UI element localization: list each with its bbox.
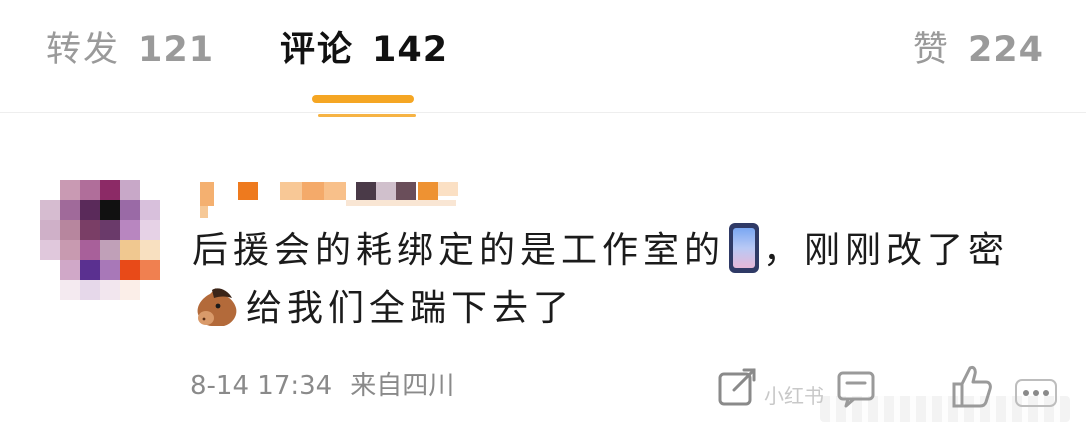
comment-icon[interactable] <box>836 370 876 408</box>
avatar[interactable] <box>40 180 160 300</box>
comment-line-1: 后援会的耗绑定的是工作室的 ，刚刚改了密 <box>192 222 1032 280</box>
like-icon[interactable] <box>948 362 994 410</box>
comment-text-part-2: ，刚刚改了密 <box>763 230 1010 271</box>
tab-like-label: 赞 <box>912 30 950 70</box>
comment-text-part-3: 给我们全踹下去了 <box>246 288 575 329</box>
comment-meta: 8-14 17:34 来自四川 <box>190 368 454 404</box>
watermark: 小红书 <box>764 384 824 408</box>
tab-like-count: 224 <box>967 30 1044 70</box>
comment-body: 后援会的耗绑定的是工作室的 ，刚刚改了密 给我们全踹下去了 <box>192 222 1032 338</box>
tab-comment-count: 142 <box>372 30 449 70</box>
tab-repost-label: 转发 <box>46 30 121 70</box>
active-tab-indicator-shadow <box>318 114 416 117</box>
active-tab-indicator <box>312 95 414 103</box>
tab-comment[interactable]: 评论 142 <box>280 28 448 72</box>
tab-repost[interactable]: 转发 121 <box>46 28 214 72</box>
more-icon[interactable] <box>1014 378 1058 408</box>
horse-face-emoji-icon <box>192 284 242 330</box>
share-icon[interactable] <box>716 366 760 410</box>
comment-timestamp: 8-14 17:34 <box>190 371 333 401</box>
comment-text-part-1: 后援会的耗绑定的是工作室的 <box>192 230 726 271</box>
username-redacted[interactable] <box>196 178 466 218</box>
tab-comment-label: 评论 <box>280 30 355 70</box>
mobile-phone-emoji-icon <box>729 223 760 273</box>
comment-location: 来自四川 <box>350 371 455 401</box>
tab-repost-count: 121 <box>138 30 215 70</box>
tab-like[interactable]: 赞 224 <box>913 28 1044 72</box>
tab-bar: 转发 121 评论 142 赞 224 <box>0 0 1086 117</box>
comment-line-2: 给我们全踹下去了 <box>192 280 1032 338</box>
